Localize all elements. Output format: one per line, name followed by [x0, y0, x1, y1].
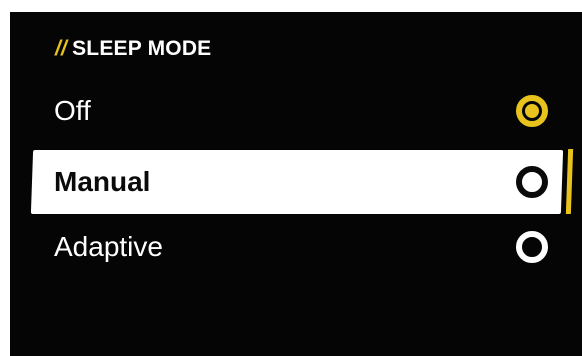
option-adaptive[interactable]: Adaptive — [10, 216, 582, 278]
option-off-label: Off — [54, 95, 91, 126]
radio-unselected-icon[interactable] — [516, 231, 548, 263]
option-manual-label: Manual — [54, 166, 151, 197]
radio-selected-icon[interactable] — [516, 95, 548, 127]
section-title: SLEEP MODE — [72, 37, 212, 60]
radio-unselected-icon[interactable] — [516, 166, 548, 198]
sleep-mode-screen: // SLEEP MODE Off Manual Adaptive — [10, 12, 582, 356]
section-header: // SLEEP MODE — [55, 36, 211, 62]
option-manual[interactable]: Manual — [10, 151, 582, 213]
option-off[interactable]: Off — [10, 80, 582, 142]
header-accent-slashes: // — [55, 37, 68, 60]
option-adaptive-label: Adaptive — [54, 231, 163, 262]
